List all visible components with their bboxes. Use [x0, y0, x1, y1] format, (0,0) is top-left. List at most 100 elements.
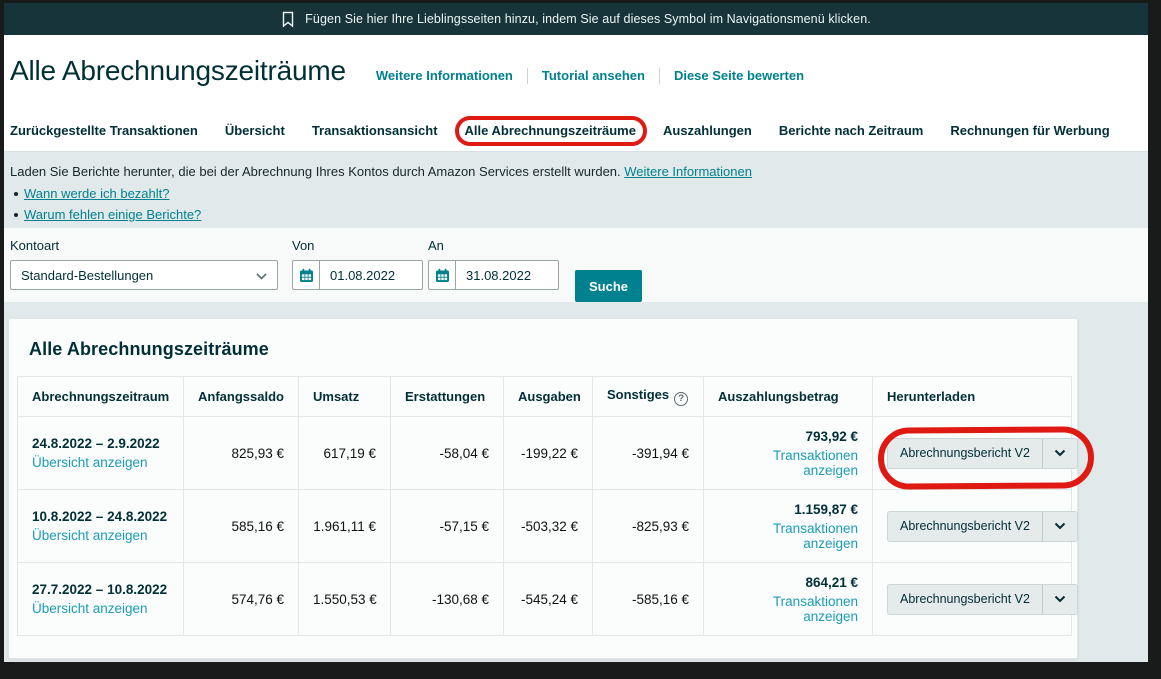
- list-item: Warum fehlen einige Berichte?: [10, 206, 1140, 224]
- download-report-button[interactable]: Abrechnungsbericht V2: [887, 511, 1078, 542]
- transactions-link[interactable]: Transaktionen anzeigen: [718, 521, 858, 551]
- col-payout-amount: Auszahlungsbetrag: [704, 377, 873, 417]
- title-row: Alle Abrechnungszeiträume Weitere Inform…: [4, 35, 1148, 87]
- col-opening-balance: Anfangssaldo: [184, 377, 299, 417]
- tab-advertising-invoices[interactable]: Rechnungen für Werbung: [950, 123, 1109, 138]
- period-cell: 27.7.2022 – 10.8.2022 Übersicht anzeigen: [18, 563, 184, 636]
- tab-all-settlement-periods[interactable]: Alle Abrechnungszeiträume: [465, 123, 636, 138]
- opening-balance-cell: 585,16 €: [184, 490, 299, 563]
- sales-cell: 1.961,11 €: [299, 490, 391, 563]
- payout-cell: 793,92 € Transaktionen anzeigen: [704, 417, 873, 490]
- col-download: Herunterladen: [873, 377, 1072, 417]
- overview-link[interactable]: Übersicht anzeigen: [32, 528, 148, 543]
- link-rate-page[interactable]: Diese Seite bewerten: [660, 68, 818, 83]
- download-cell: Abrechnungsbericht V2: [873, 417, 1072, 490]
- table-header-row: Abrechnungszeitraum Anfangssaldo Umsatz …: [18, 377, 1072, 417]
- to-date-input[interactable]: [455, 260, 559, 290]
- period-range: 27.7.2022 – 10.8.2022: [32, 582, 169, 597]
- col-other: Sonstiges?: [593, 377, 704, 417]
- settlement-periods-table: Abrechnungszeitraum Anfangssaldo Umsatz …: [17, 376, 1072, 636]
- tab-deferred-transactions[interactable]: Zurückgestellte Transaktionen: [10, 123, 198, 138]
- link-missing-reports[interactable]: Warum fehlen einige Berichte?: [24, 207, 201, 222]
- refunds-cell: -57,15 €: [391, 490, 504, 563]
- favorites-banner: Fügen Sie hier Ihre Lieblingsseiten hinz…: [4, 3, 1148, 35]
- page: Fügen Sie hier Ihre Lieblingsseiten hinz…: [4, 3, 1148, 662]
- col-sales: Umsatz: [299, 377, 391, 417]
- overview-link[interactable]: Übersicht anzeigen: [32, 601, 148, 616]
- other-cell: -825,93 €: [593, 490, 704, 563]
- link-view-tutorial[interactable]: Tutorial ansehen: [528, 68, 659, 83]
- from-date-input[interactable]: [319, 260, 423, 290]
- download-report-label: Abrechnungsbericht V2: [888, 512, 1042, 541]
- tab-reports-by-period[interactable]: Berichte nach Zeitraum: [779, 123, 924, 138]
- payout-amount: 864,21 €: [718, 575, 858, 590]
- account-type-select[interactable]: Standard-Bestellungen: [10, 260, 278, 290]
- calendar-icon[interactable]: [292, 260, 319, 290]
- table-row: 24.8.2022 – 2.9.2022 Übersicht anzeigen …: [18, 417, 1072, 490]
- download-report-label: Abrechnungsbericht V2: [888, 439, 1042, 468]
- chevron-down-icon[interactable]: [1042, 585, 1077, 614]
- col-other-label: Sonstiges: [607, 387, 669, 402]
- settlement-periods-card: Alle Abrechnungszeiträume Abrechnungszei…: [8, 318, 1078, 659]
- page-title: Alle Abrechnungszeiträume: [10, 55, 346, 87]
- info-band: Laden Sie Berichte herunter, die bei der…: [4, 152, 1148, 228]
- to-date-control: [428, 260, 559, 290]
- payout-amount: 793,92 €: [718, 429, 858, 444]
- transactions-link[interactable]: Transaktionen anzeigen: [718, 594, 858, 624]
- col-refunds: Erstattungen: [391, 377, 504, 417]
- tab-all-settlement-periods-label: Alle Abrechnungszeiträume: [465, 123, 636, 138]
- info-more-link[interactable]: Weitere Informationen: [624, 164, 752, 179]
- download-cell: Abrechnungsbericht V2: [873, 563, 1072, 636]
- expenses-cell: -199,22 €: [504, 417, 593, 490]
- to-date-group: An: [428, 238, 559, 302]
- expenses-cell: -545,24 €: [504, 563, 593, 636]
- from-date-group: Von: [292, 238, 423, 302]
- expenses-cell: -503,32 €: [504, 490, 593, 563]
- table-row: 27.7.2022 – 10.8.2022 Übersicht anzeigen…: [18, 563, 1072, 636]
- info-bullet-list: Wann werde ich bezahlt? Warum fehlen ein…: [10, 185, 1140, 224]
- tab-overview[interactable]: Übersicht: [225, 123, 285, 138]
- account-type-label: Kontoart: [10, 238, 278, 253]
- tab-transaction-view[interactable]: Transaktionsansicht: [312, 123, 438, 138]
- transactions-link[interactable]: Transaktionen anzeigen: [718, 448, 858, 478]
- link-when-paid[interactable]: Wann werde ich bezahlt?: [24, 186, 170, 201]
- info-text: Laden Sie Berichte herunter, die bei der…: [10, 163, 1140, 181]
- banner-message: Fügen Sie hier Ihre Lieblingsseiten hinz…: [305, 12, 871, 26]
- title-links: Weitere Informationen Tutorial ansehen D…: [362, 68, 818, 84]
- account-type-value: Standard-Bestellungen: [21, 268, 153, 283]
- payout-cell: 1.159,87 € Transaktionen anzeigen: [704, 490, 873, 563]
- filter-band: Kontoart Standard-Bestellungen Von An: [4, 228, 1148, 302]
- help-icon[interactable]: ?: [674, 392, 688, 406]
- other-cell: -391,94 €: [593, 417, 704, 490]
- sales-cell: 1.550,53 €: [299, 563, 391, 636]
- chevron-down-icon[interactable]: [1042, 512, 1077, 541]
- download-report-button[interactable]: Abrechnungsbericht V2: [887, 584, 1078, 615]
- link-more-information[interactable]: Weitere Informationen: [362, 68, 527, 83]
- opening-balance-cell: 574,76 €: [184, 563, 299, 636]
- chevron-down-icon[interactable]: [1042, 439, 1077, 468]
- refunds-cell: -130,68 €: [391, 563, 504, 636]
- to-label: An: [428, 238, 559, 253]
- page-header: Alle Abrechnungszeiträume Weitere Inform…: [4, 35, 1148, 152]
- info-text-body: Laden Sie Berichte herunter, die bei der…: [10, 164, 621, 179]
- calendar-icon[interactable]: [428, 260, 455, 290]
- period-cell: 24.8.2022 – 2.9.2022 Übersicht anzeigen: [18, 417, 184, 490]
- account-type-group: Kontoart Standard-Bestellungen: [10, 238, 278, 302]
- sales-cell: 617,19 €: [299, 417, 391, 490]
- payments-tabs: Zurückgestellte Transaktionen Übersicht …: [10, 123, 1110, 138]
- col-settlement-period: Abrechnungszeitraum: [18, 377, 184, 417]
- opening-balance-cell: 825,93 €: [184, 417, 299, 490]
- card-title: Alle Abrechnungszeiträume: [29, 339, 1070, 360]
- main-content: Alle Abrechnungszeiträume Abrechnungszei…: [4, 302, 1148, 662]
- period-range: 24.8.2022 – 2.9.2022: [32, 436, 169, 451]
- tab-payouts[interactable]: Auszahlungen: [663, 123, 752, 138]
- search-button[interactable]: Suche: [575, 270, 642, 302]
- from-date-control: [292, 260, 423, 290]
- download-report-label: Abrechnungsbericht V2: [888, 585, 1042, 614]
- payout-amount: 1.159,87 €: [718, 502, 858, 517]
- download-report-button[interactable]: Abrechnungsbericht V2: [887, 438, 1078, 469]
- overview-link[interactable]: Übersicht anzeigen: [32, 455, 148, 470]
- download-cell: Abrechnungsbericht V2: [873, 490, 1072, 563]
- list-item: Wann werde ich bezahlt?: [10, 185, 1140, 203]
- period-cell: 10.8.2022 – 24.8.2022 Übersicht anzeigen: [18, 490, 184, 563]
